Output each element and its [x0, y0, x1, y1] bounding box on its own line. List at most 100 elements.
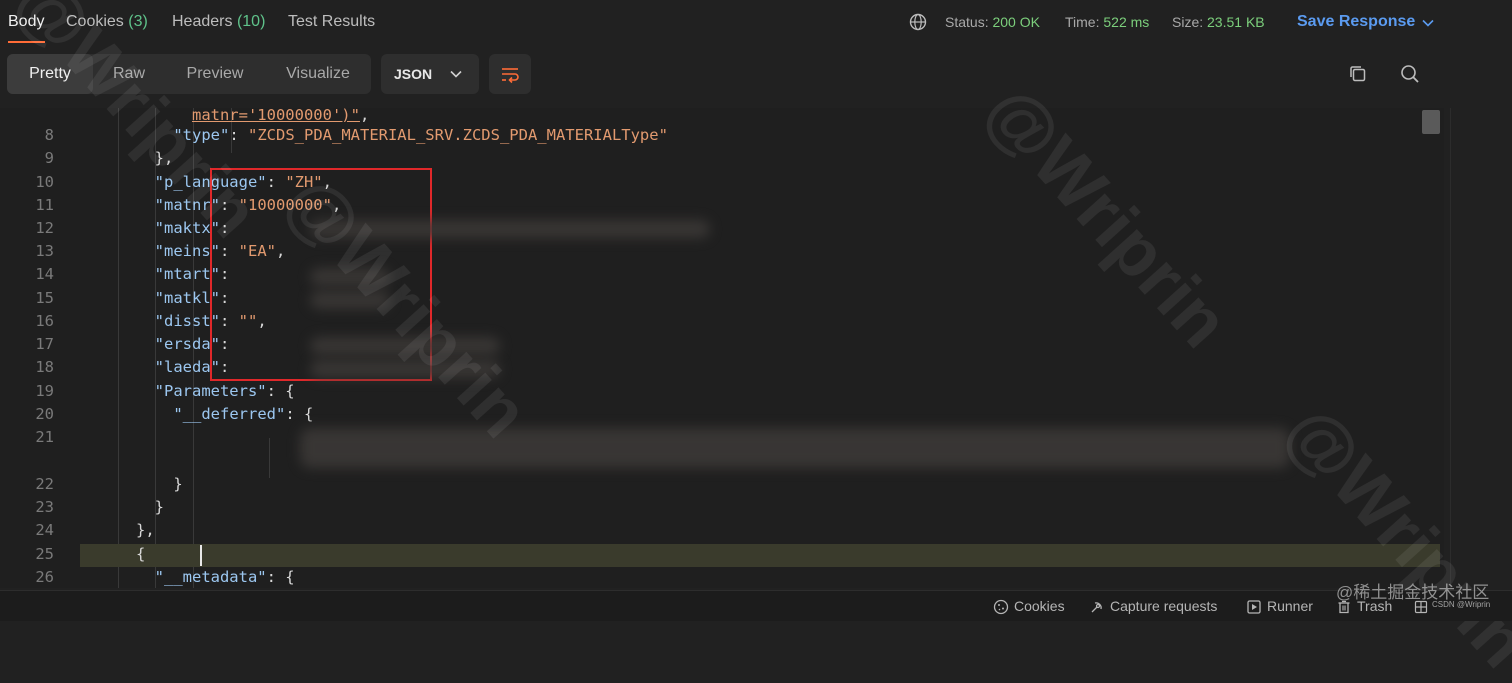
text-cursor [200, 545, 202, 566]
tab-cookies-label: Cookies [66, 13, 124, 30]
code-content: { [80, 543, 145, 566]
line-number: 18 [35, 358, 54, 376]
wrap-lines-icon [502, 68, 519, 84]
cookies-label: Cookies [1014, 598, 1065, 614]
search-icon[interactable] [1398, 62, 1422, 86]
view-mode-switcher: Pretty Raw Preview Visualize [7, 54, 371, 94]
save-response-button[interactable]: Save Response [1297, 13, 1415, 31]
globe-icon[interactable] [909, 13, 927, 31]
json-punctuation: }, [136, 521, 155, 539]
size-label: Size: [1172, 14, 1204, 30]
capture-requests-label: Capture requests [1110, 598, 1218, 614]
tab-body[interactable]: Body [8, 13, 44, 31]
capture-icon [1091, 602, 1102, 613]
line-number: 21 [35, 428, 54, 446]
code-line: 26 "__metadata": { [0, 566, 1440, 588]
active-tab-indicator [8, 41, 45, 43]
editor-scrollbar-thumb[interactable] [1422, 110, 1440, 134]
view-mode-pretty[interactable]: Pretty [7, 54, 93, 94]
line-number: 8 [44, 126, 54, 144]
code-line: 20 "__deferred": { [0, 403, 1440, 426]
author-watermark: CSDN @Wriprin [1432, 600, 1491, 609]
view-mode-preview[interactable]: Preview [165, 54, 265, 94]
tab-cookies-count: (3) [128, 13, 148, 30]
code-line: 9 }, [0, 147, 1440, 170]
json-key: "type" [173, 126, 230, 144]
line-number: 13 [35, 242, 54, 260]
copy-icon[interactable] [1346, 62, 1370, 86]
response-body-editor[interactable]: matnr='10000000')", 8 "type": "ZCDS_PDA_M… [0, 108, 1444, 588]
cookie-icon [993, 599, 1009, 615]
redacted-value [310, 291, 390, 309]
status-indicator[interactable]: Status: 200 OK [945, 14, 1040, 30]
response-tab-bar: Body Cookies (3) Headers (10) Test Resul… [0, 0, 1512, 46]
json-punctuation: { [136, 545, 146, 563]
response-toolbar: Pretty Raw Preview Visualize JSON [0, 52, 1512, 98]
line-number: 19 [35, 382, 54, 400]
editor-scrollbar[interactable] [1420, 108, 1440, 588]
time-value: 522 ms [1103, 14, 1150, 30]
code-line: 8 "type": "ZCDS_PDA_MATERIAL_SRV.ZCDS_PD… [0, 124, 1440, 147]
tab-cookies[interactable]: Cookies (3) [66, 13, 148, 31]
runner-label: Runner [1267, 598, 1313, 614]
code-content: "__deferred": { [80, 403, 313, 426]
code-content: "type": "ZCDS_PDA_MATERIAL_SRV.ZCDS_PDA_… [80, 124, 668, 147]
code-line: 22 } [0, 473, 1440, 496]
code-line: 19 "Parameters": { [0, 380, 1440, 403]
line-number: 11 [35, 196, 54, 214]
json-punctuation: } [173, 475, 183, 493]
code-line: 24 }, [0, 519, 1440, 542]
time-indicator[interactable]: Time: 522 ms [1065, 14, 1149, 30]
runner-icon [1247, 600, 1261, 614]
json-punctuation: : [229, 126, 248, 144]
json-key: "Parameters" [154, 382, 267, 400]
code-content: "maktx": [80, 217, 230, 240]
tab-test-results[interactable]: Test Results [288, 13, 375, 31]
line-number: 12 [35, 219, 54, 237]
view-mode-raw[interactable]: Raw [93, 54, 165, 94]
json-string: "ZCDS_PDA_MATERIAL_SRV.ZCDS_PDA_MATERIAL… [248, 126, 668, 144]
wrap-lines-button[interactable] [489, 54, 531, 94]
tab-body-label: Body [8, 13, 45, 30]
line-number: 10 [35, 173, 54, 191]
json-punctuation: }, [154, 149, 174, 167]
redacted-value [310, 360, 500, 378]
line-number: 16 [35, 312, 54, 330]
size-value: 23.51 KB [1207, 14, 1265, 30]
code-content: "ersda": [80, 333, 230, 356]
status-bar: Cookies Capture requests Runner Trash [0, 590, 1512, 621]
code-content: "matkl": [80, 287, 230, 310]
line-number: 9 [44, 149, 54, 167]
format-select[interactable]: JSON [381, 54, 479, 94]
chevron-down-icon[interactable] [1421, 16, 1435, 30]
redacted-value [310, 337, 500, 355]
json-punctuation: } [154, 498, 164, 516]
json-string: matnr='10000000')" [191, 108, 360, 124]
size-indicator[interactable]: Size: 23.51 KB [1172, 14, 1265, 30]
redacted-value [300, 428, 1290, 468]
json-punctuation: : { [266, 382, 295, 400]
line-number: 14 [35, 265, 54, 283]
redacted-value [310, 268, 390, 286]
tab-headers[interactable]: Headers (10) [172, 13, 265, 31]
json-key: "__deferred" [173, 405, 286, 423]
json-punctuation: : { [285, 405, 314, 423]
view-mode-visualize[interactable]: Visualize [265, 54, 371, 94]
line-number: 23 [35, 498, 54, 516]
code-content: } [80, 496, 164, 519]
redacted-value [310, 220, 710, 238]
time-label: Time: [1065, 14, 1100, 30]
